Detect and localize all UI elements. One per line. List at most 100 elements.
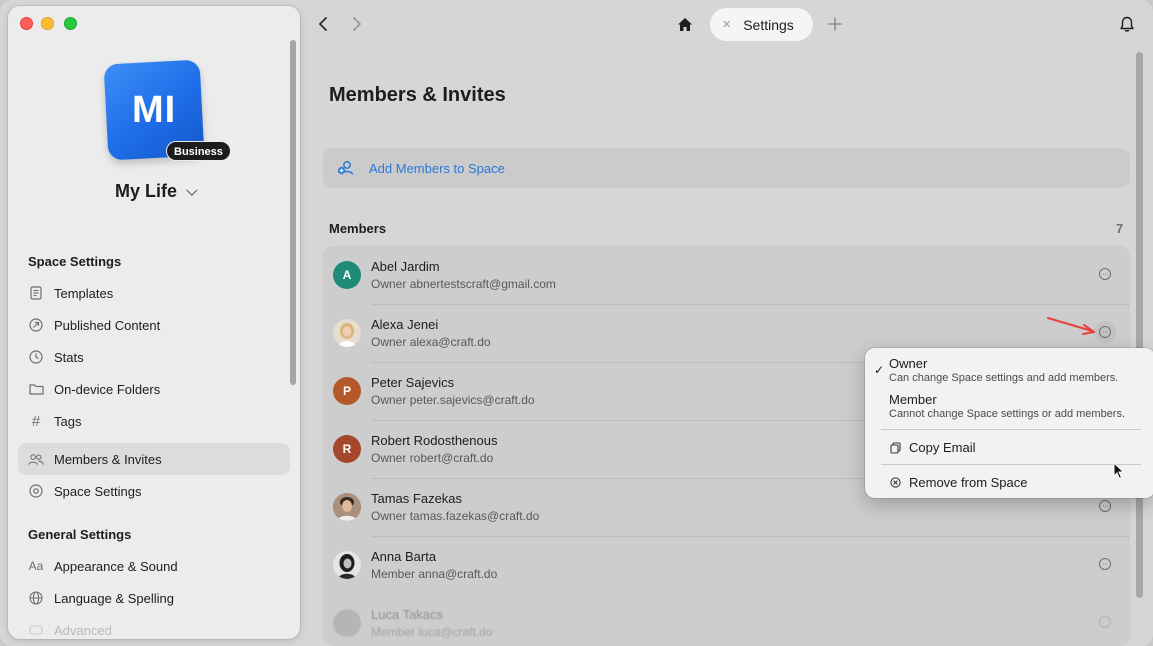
notifications-button[interactable]	[1116, 13, 1138, 35]
member-role-email: Owner tamas.fazekas@craft.do	[371, 509, 539, 523]
menu-item-owner-desc: Can change Space settings and add member…	[889, 372, 1119, 384]
add-members-button[interactable]: Add Members to Space	[323, 148, 1130, 188]
close-tab-icon[interactable]: ✕	[722, 18, 731, 31]
tab-settings[interactable]: ✕ Settings	[710, 8, 813, 41]
sidebar-item-space-settings[interactable]: Space Settings	[18, 475, 290, 507]
menu-item-member-desc: Cannot change Space settings or add memb…	[889, 408, 1126, 420]
more-options-button[interactable]: ···	[1099, 616, 1111, 628]
member-role: Owner	[371, 335, 407, 349]
member-role-email: Owner robert@craft.do	[371, 451, 493, 465]
member-name: Luca Takacs	[371, 607, 444, 622]
add-person-icon	[337, 161, 354, 175]
bell-icon	[1120, 16, 1134, 32]
published-icon	[28, 317, 44, 333]
sidebar-item-tags[interactable]: # Tags	[18, 405, 290, 437]
close-window-button[interactable]	[20, 17, 33, 30]
remove-icon	[889, 477, 901, 489]
member-role: Member	[371, 625, 416, 639]
people-icon	[28, 451, 44, 467]
member-email: anna@craft.do	[418, 567, 498, 581]
member-row[interactable]: Anna Barta Member anna@craft.do ···	[323, 536, 1130, 594]
members-count: 7	[1116, 221, 1124, 236]
more-options-button[interactable]: ···	[1099, 558, 1111, 570]
sidebar-item-label: Language & Spelling	[54, 590, 174, 606]
sidebar-item-templates[interactable]: Templates	[18, 277, 290, 309]
folder-icon	[28, 381, 44, 397]
sidebar-item-appearance-sound[interactable]: Aa Appearance & Sound	[18, 550, 290, 582]
home-icon	[678, 17, 692, 31]
menu-item-owner-label: Owner	[889, 356, 928, 371]
member-role-email: Member luca@craft.do	[371, 625, 493, 639]
sidebar-item-stats[interactable]: Stats	[18, 341, 290, 373]
member-row[interactable]: Luca Takacs Member luca@craft.do ···	[323, 594, 1130, 646]
member-role: Owner	[371, 509, 407, 523]
menu-divider	[881, 464, 1141, 465]
main-scrollbar[interactable]	[1136, 52, 1143, 598]
text-icon: Aa	[28, 559, 44, 573]
more-options-button[interactable]: ···	[1099, 326, 1111, 338]
zoom-window-button[interactable]	[64, 17, 77, 30]
menu-item-remove[interactable]: Remove from Space	[889, 475, 1028, 490]
member-email: peter.sajevics@craft.do	[409, 393, 535, 407]
sidebar-item-published-content[interactable]: Published Content	[18, 309, 290, 341]
sidebar: MI Business My Life Space Settings Templ…	[8, 6, 300, 639]
member-name: Tamas Fazekas	[371, 491, 463, 506]
minimize-window-button[interactable]	[41, 17, 54, 30]
sidebar-item-language-spelling[interactable]: Language & Spelling	[18, 582, 290, 614]
member-name: Peter Sajevics	[371, 375, 455, 390]
more-icon: ···	[1102, 328, 1108, 336]
hash-icon: #	[31, 412, 41, 430]
space-settings-header: Space Settings	[28, 254, 122, 269]
sidebar-scrollbar[interactable]	[290, 40, 296, 385]
home-button[interactable]	[674, 13, 696, 35]
sidebar-item-label: Stats	[54, 349, 84, 365]
avatar: A	[333, 261, 361, 289]
member-role: Owner	[371, 393, 407, 407]
space-name: My Life	[114, 181, 177, 201]
avatar: R	[333, 435, 361, 463]
member-name: Robert Rodosthenous	[371, 433, 498, 448]
members-section-header: Members	[329, 221, 387, 236]
sidebar-item-on-device-folders[interactable]: On-device Folders	[18, 373, 290, 405]
new-tab-button[interactable]	[824, 13, 846, 35]
member-row[interactable]: A Abel Jardim Owner abnertestscraft@gmai…	[323, 246, 1130, 304]
member-email: luca@craft.do	[418, 625, 493, 639]
avatar	[333, 493, 361, 521]
more-options-button[interactable]: ···	[1099, 268, 1111, 280]
business-badge: Business	[166, 141, 231, 161]
member-role: Owner	[371, 451, 407, 465]
sidebar-item-label: Tags	[54, 413, 82, 429]
member-email: tamas.fazekas@craft.do	[409, 509, 540, 523]
copy-icon	[889, 441, 901, 454]
row-divider	[371, 536, 1130, 537]
space-switcher[interactable]: My Life	[8, 181, 300, 202]
stats-icon	[28, 349, 44, 365]
row-divider	[371, 304, 1130, 305]
menu-item-copy-email[interactable]: Copy Email	[889, 440, 975, 455]
member-role-email: Owner peter.sajevics@craft.do	[371, 393, 535, 407]
sidebar-item-label: Templates	[54, 285, 114, 301]
copy-email-label: Copy Email	[909, 440, 976, 455]
avatar	[333, 551, 361, 579]
member-options-menu: ✓ Owner Can change Space settings and ad…	[865, 348, 1153, 498]
sidebar-item-label: Advanced	[54, 622, 112, 638]
member-name: Anna Barta	[371, 549, 437, 564]
globe-icon	[28, 590, 44, 606]
sidebar-item-members-invites[interactable]: Members & Invites	[18, 443, 290, 475]
member-email: abnertestscraft@gmail.com	[409, 277, 556, 291]
annotation-arrow-icon	[1047, 317, 1095, 335]
chevron-down-icon	[186, 184, 198, 196]
tab-settings-label: Settings	[743, 16, 794, 33]
sidebar-item-advanced[interactable]: Advanced	[18, 614, 290, 639]
member-email: robert@craft.do	[409, 451, 494, 465]
forward-button[interactable]	[346, 13, 368, 35]
member-name: Alexa Jenei	[371, 317, 439, 332]
more-icon: ···	[1102, 618, 1108, 626]
add-members-label: Add Members to Space	[369, 160, 505, 176]
more-options-button[interactable]: ···	[1099, 500, 1111, 512]
member-role-email: Owner abnertestscraft@gmail.com	[371, 277, 556, 291]
menu-item-member-label: Member	[889, 392, 937, 407]
sidebar-item-label: Appearance & Sound	[54, 558, 178, 574]
member-role-email: Member anna@craft.do	[371, 567, 497, 581]
back-button[interactable]	[312, 13, 334, 35]
